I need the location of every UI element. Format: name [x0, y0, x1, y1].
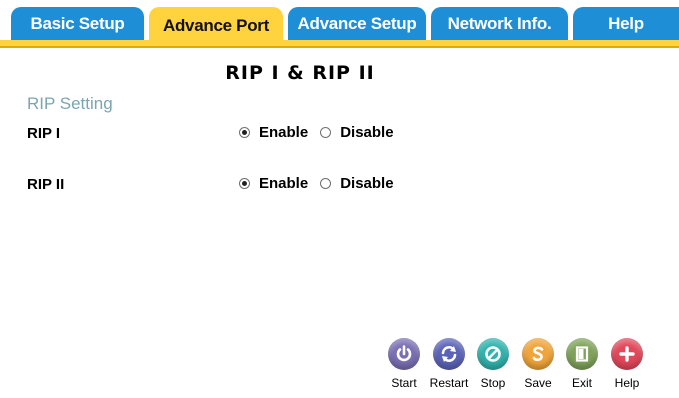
rip1-radio-group: Enable Disable [239, 124, 406, 141]
section-title: RIP Setting [27, 94, 113, 113]
rip2-disable-label[interactable]: Disable [340, 175, 393, 192]
rip2-disable-radio[interactable] [320, 178, 332, 189]
tab-advance-port[interactable]: Advance Port [149, 7, 283, 44]
stop-label: Stop [480, 376, 506, 390]
help-button[interactable]: Help [603, 338, 651, 390]
exit-button[interactable]: Exit [558, 338, 606, 390]
rip1-enable-label[interactable]: Enable [259, 124, 308, 141]
restart-button[interactable]: Restart [425, 338, 473, 390]
stop-button[interactable]: Stop [469, 338, 517, 390]
save-button[interactable]: Save [514, 338, 562, 390]
power-icon [388, 338, 420, 370]
tab-network-info[interactable]: Network Info. [431, 7, 568, 41]
top-navigation: Basic Setup Advance Port Advance Setup N… [0, 0, 679, 48]
rip1-label: RIP I [27, 125, 61, 142]
help-label: Help [614, 376, 640, 390]
rip2-label: RIP II [27, 176, 65, 193]
exit-icon [566, 338, 598, 370]
rip2-enable-radio[interactable] [239, 178, 250, 189]
tab-advance-setup[interactable]: Advance Setup [288, 7, 426, 41]
start-label: Start [391, 376, 417, 390]
restart-label: Restart [429, 376, 469, 390]
rip1-disable-label[interactable]: Disable [340, 124, 393, 141]
tab-help[interactable]: Help [573, 7, 679, 41]
rip1-disable-radio[interactable] [320, 127, 332, 138]
stop-icon [477, 338, 509, 370]
restart-icon [433, 338, 465, 370]
radio-selected-dot [242, 130, 247, 135]
nav-bar [0, 40, 679, 46]
start-button[interactable]: Start [380, 338, 428, 390]
save-icon [522, 338, 554, 370]
tab-basic-setup[interactable]: Basic Setup [11, 7, 144, 41]
exit-label: Exit [571, 376, 592, 390]
save-label: Save [524, 376, 552, 390]
rip2-radio-group: Enable Disable [239, 175, 406, 192]
radio-selected-dot [242, 181, 247, 186]
nav-underbar [0, 46, 679, 48]
rip2-enable-label[interactable]: Enable [259, 175, 308, 192]
page-title: RIP I & RIP II [225, 62, 375, 84]
rip1-enable-radio[interactable] [239, 127, 250, 138]
plus-icon [611, 338, 643, 370]
